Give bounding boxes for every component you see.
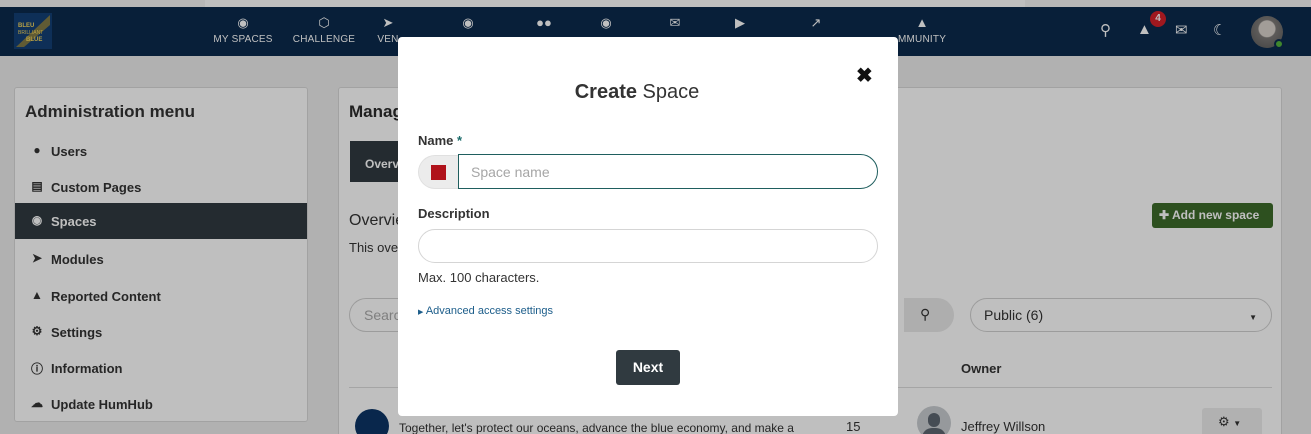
name-label-text: Name <box>418 133 454 148</box>
modal-title-rest: Space <box>642 81 700 103</box>
next-button[interactable]: Next <box>616 350 680 385</box>
create-space-modal: ✖ Create Space Name * Space name Descrip… <box>398 37 898 416</box>
caret-right-icon: ▶ <box>418 309 424 316</box>
modal-title: Create Space <box>398 81 876 104</box>
advanced-access-settings-link[interactable]: ▶ Advanced access settings <box>418 305 553 317</box>
modal-title-bold: Create <box>574 81 637 103</box>
name-label: Name * <box>418 133 462 148</box>
required-mark: * <box>457 133 463 148</box>
description-label: Description <box>418 206 490 221</box>
space-color-picker[interactable] <box>418 155 458 189</box>
color-swatch <box>431 165 446 180</box>
description-hint: Max. 100 characters. <box>418 270 540 285</box>
space-name-input[interactable]: Space name <box>458 154 878 189</box>
description-input[interactable] <box>418 229 878 263</box>
advanced-link-label: Advanced access settings <box>425 305 554 317</box>
